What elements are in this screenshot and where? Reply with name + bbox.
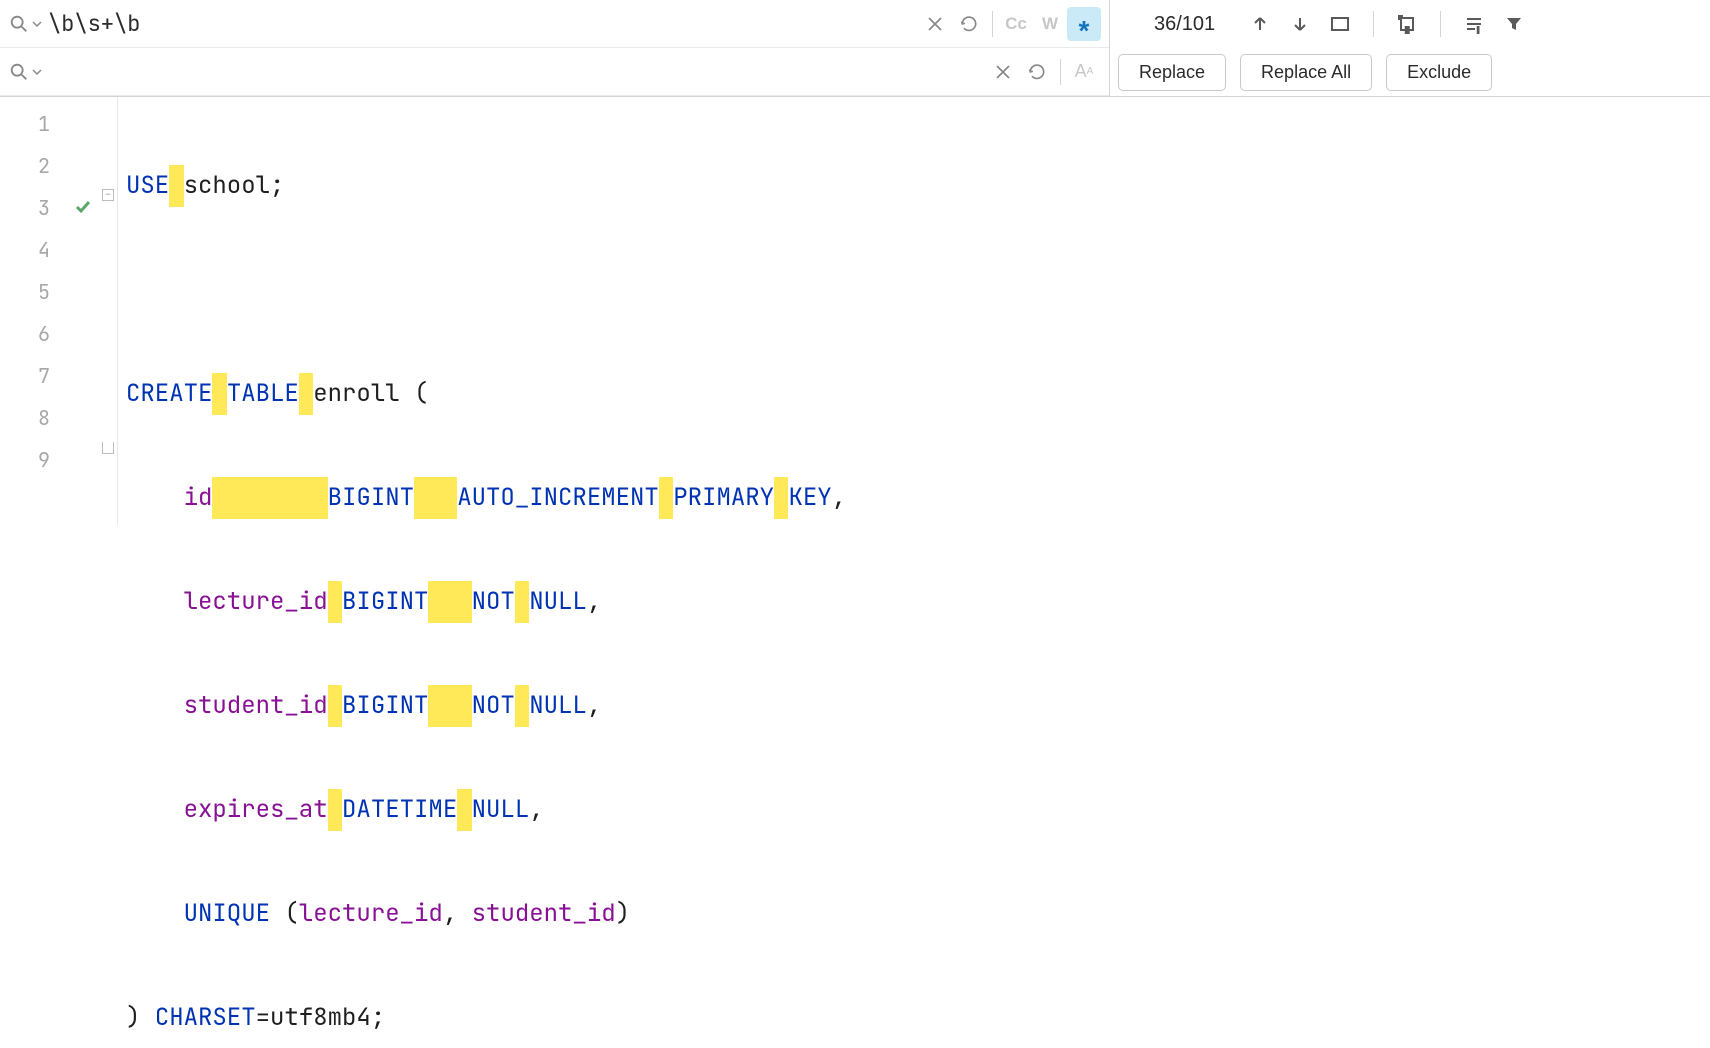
search-history-icon[interactable]	[952, 7, 986, 41]
gutter-line: 1	[0, 103, 100, 145]
code-editor[interactable]: 1 2 3 4 5 6 7 8 9 − USE school; CREATE T…	[0, 97, 1710, 525]
preserve-case-toggle[interactable]: AA	[1067, 55, 1101, 89]
gutter: 1 2 3 4 5 6 7 8 9	[0, 97, 100, 525]
separator	[1440, 11, 1441, 37]
gutter-line: 4	[0, 229, 100, 271]
exclude-button[interactable]: Exclude	[1386, 54, 1492, 91]
svg-text:II: II	[1405, 26, 1409, 34]
toolbar-right-column: 36/101 II I	[1110, 0, 1710, 96]
gutter-line: 7	[0, 355, 100, 397]
search-fields-column: Cc W * AA	[0, 0, 1110, 96]
code-line: student_id BIGINT NOT NULL,	[118, 685, 1710, 727]
whole-word-toggle[interactable]: W	[1033, 7, 1067, 41]
replace-history-icon[interactable]	[1020, 55, 1054, 89]
replace-row: AA	[0, 48, 1109, 96]
code-area[interactable]: USE school; CREATE TABLE enroll ( id BIG…	[118, 97, 1710, 525]
separator	[1373, 11, 1374, 37]
replace-button[interactable]: Replace	[1118, 54, 1226, 91]
dropdown-caret-icon[interactable]	[32, 67, 42, 77]
match-counter: 36/101	[1118, 13, 1239, 36]
find-replace-toolbar: Cc W * AA 36/101	[0, 0, 1710, 97]
gutter-line: 3	[0, 187, 100, 229]
code-line	[118, 269, 1710, 311]
clear-replace-icon[interactable]	[986, 55, 1020, 89]
code-line: lecture_id BIGINT NOT NULL,	[118, 581, 1710, 623]
search-row: Cc W *	[0, 0, 1109, 48]
code-line: UNIQUE (lecture_id, student_id)	[118, 893, 1710, 935]
fold-marker-close[interactable]	[102, 442, 114, 454]
separator	[992, 11, 993, 37]
settings-lines-icon[interactable]: I	[1461, 11, 1487, 37]
replace-buttons-row: Replace Replace All Exclude	[1110, 48, 1710, 96]
gutter-line: 5	[0, 271, 100, 313]
code-line: expires_at DATETIME NULL,	[118, 789, 1710, 831]
fold-marker-open[interactable]: −	[102, 189, 114, 201]
gutter-line: 2	[0, 145, 100, 187]
separator	[1060, 59, 1061, 85]
code-line: id BIGINT AUTO_INCREMENT PRIMARY KEY,	[118, 477, 1710, 519]
search-input[interactable]	[48, 9, 918, 38]
clear-search-icon[interactable]	[918, 7, 952, 41]
code-line: ) CHARSET=utf8mb4;	[118, 997, 1710, 1039]
prev-match-icon[interactable]	[1247, 11, 1273, 37]
dropdown-caret-icon[interactable]	[32, 19, 42, 29]
svg-text:I: I	[1477, 26, 1479, 34]
match-case-toggle[interactable]: Cc	[999, 7, 1033, 41]
new-window-icon[interactable]: II	[1394, 11, 1420, 37]
select-all-icon[interactable]	[1327, 11, 1353, 37]
regex-toggle[interactable]: *	[1067, 7, 1101, 41]
gutter-line: 6	[0, 313, 100, 355]
code-line: CREATE TABLE enroll (	[118, 373, 1710, 415]
search-icon	[8, 13, 30, 35]
replace-all-button[interactable]: Replace All	[1240, 54, 1372, 91]
filter-icon[interactable]	[1501, 11, 1527, 37]
results-nav-row: 36/101 II I	[1110, 0, 1710, 48]
check-icon	[74, 195, 92, 221]
gutter-line: 8	[0, 397, 100, 439]
gutter-line: 9	[0, 439, 100, 481]
next-match-icon[interactable]	[1287, 11, 1313, 37]
fold-column: −	[100, 97, 118, 525]
nav-icons: II I	[1247, 11, 1527, 37]
code-line: USE school;	[118, 165, 1710, 207]
search-icon	[8, 61, 30, 83]
replace-input[interactable]	[48, 57, 987, 86]
